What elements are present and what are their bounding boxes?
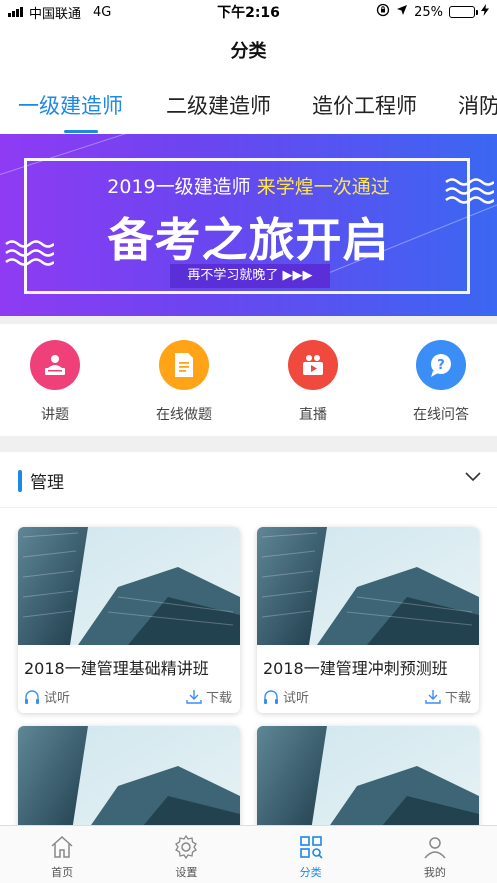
course-thumbnail (257, 527, 479, 645)
headphones-icon (25, 689, 39, 704)
location-icon (396, 4, 408, 20)
page-title: 分类 (230, 41, 267, 62)
banner-headline: 备考之旅开启 (107, 213, 390, 267)
nav-bar: 分类 (0, 24, 497, 76)
tabbar-label: 首页 (51, 866, 74, 879)
carrier-label: 中国联通 (29, 6, 82, 22)
tabbar-item-profile[interactable]: 我的 (373, 826, 497, 883)
course-thumbnail (18, 726, 240, 825)
listen-button[interactable]: 试听 (24, 687, 70, 706)
bottom-tab-bar: 首页 设置 分类 我的 (0, 825, 497, 883)
quick-item-qa[interactable]: ? 在线问答 (386, 340, 496, 424)
course-card[interactable]: 2018一建管理冲刺预测班 试听 下载 (257, 527, 479, 713)
download-label: 下载 (444, 691, 471, 706)
banner-cta: 再不学习就晚了 ▶▶▶ (170, 264, 330, 288)
svg-text:?: ? (437, 358, 445, 373)
tabbar-label: 分类 (299, 866, 322, 879)
quick-item-practice[interactable]: 在线做题 (129, 340, 239, 424)
divider (0, 316, 497, 324)
course-thumbnail (257, 726, 479, 825)
home-icon (51, 835, 73, 858)
section-title: 管理 (30, 473, 64, 493)
category-tabs: 一级建造师 二级建造师 造价工程师 消防 (0, 78, 497, 134)
gear-icon (175, 834, 198, 860)
download-label: 下载 (205, 691, 232, 706)
section-accent-bar (18, 470, 22, 492)
lecture-icon (30, 340, 80, 390)
tab-indicator (64, 130, 98, 133)
tabbar-label: 设置 (175, 866, 198, 879)
download-icon (186, 689, 202, 704)
banner-highlight: 来学煌一次通过 (256, 176, 390, 198)
question-icon: ? (416, 340, 466, 390)
status-bar: 中国联通 4G 下午2:16 25% (0, 0, 497, 24)
listen-label: 试听 (283, 691, 310, 706)
quick-item-lecture[interactable]: 讲题 (0, 340, 110, 424)
quick-item-label: 直播 (299, 407, 327, 423)
course-title: 2018一建管理冲刺预测班 (263, 659, 448, 678)
course-grid: 2018一建管理基础精讲班 试听 下载 2018一建管理冲刺预测班 试听 下载 (0, 508, 497, 825)
download-button[interactable]: 下载 (425, 687, 471, 706)
course-title: 2018一建管理基础精讲班 (24, 659, 209, 678)
tab-cost-engineer[interactable]: 造价工程师 (312, 90, 417, 120)
quick-item-label: 讲题 (41, 407, 69, 423)
course-thumbnail (18, 527, 240, 645)
tabbar-label: 我的 (423, 866, 446, 879)
quick-item-label: 在线做题 (156, 407, 212, 423)
download-button[interactable]: 下载 (186, 687, 232, 706)
banner-subtitle: 2019一级建造师 来学煌一次通过 (107, 176, 390, 198)
category-grid-icon (299, 836, 323, 859)
quick-item-live[interactable]: 直播 (258, 340, 368, 424)
chevron-down-icon[interactable] (465, 472, 481, 482)
listen-button[interactable]: 试听 (263, 687, 309, 706)
user-icon (424, 837, 446, 859)
network-label: 4G (93, 4, 112, 20)
download-icon (425, 689, 441, 704)
orientation-lock-icon (376, 3, 390, 21)
charging-icon (481, 4, 489, 20)
tab-second-class[interactable]: 二级建造师 (166, 90, 271, 120)
tab-fire-protection[interactable]: 消防 (458, 90, 497, 120)
video-camera-icon (288, 340, 338, 390)
battery-icon (449, 6, 478, 18)
document-icon (159, 340, 209, 390)
promo-banner[interactable]: 2019一级建造师 来学煌一次通过 备考之旅开启 再不学习就晚了 ▶▶▶ (0, 134, 497, 316)
quick-item-label: 在线问答 (413, 407, 469, 423)
battery-percent: 25% (414, 4, 443, 20)
quick-menu: 讲题 在线做题 直播 ? 在线问答 (0, 324, 497, 436)
signal-icon (8, 7, 23, 17)
tabbar-item-home[interactable]: 首页 (0, 826, 124, 883)
headphones-icon (264, 689, 278, 704)
tabbar-item-category[interactable]: 分类 (249, 826, 373, 883)
course-card[interactable] (257, 726, 479, 825)
tabbar-item-settings[interactable]: 设置 (124, 826, 248, 883)
course-card[interactable]: 2018一建管理基础精讲班 试听 下载 (18, 527, 240, 713)
tab-first-class[interactable]: 一级建造师 (18, 90, 123, 120)
section-header[interactable]: 管理 (0, 452, 497, 508)
listen-label: 试听 (44, 691, 71, 706)
divider (0, 436, 497, 452)
course-card[interactable] (18, 726, 240, 825)
